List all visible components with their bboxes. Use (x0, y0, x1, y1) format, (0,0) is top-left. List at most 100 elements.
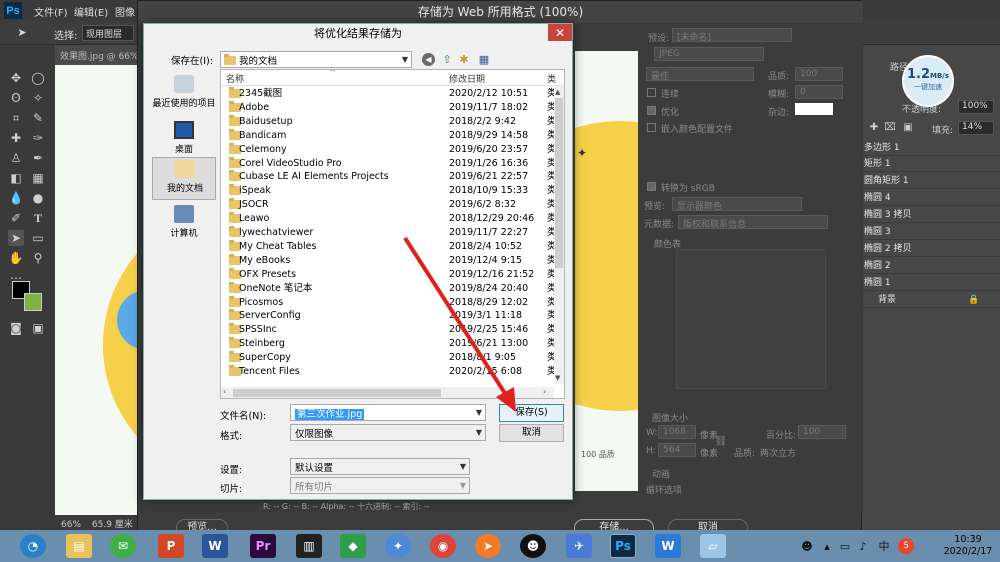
file-row[interactable]: Bandicam 2018/9/29 14:58 类 (221, 128, 557, 143)
column-name[interactable]: 名称 (226, 72, 244, 85)
view-menu-icon[interactable]: ▦ (475, 52, 493, 66)
video-editor-icon[interactable]: ▥ (296, 534, 322, 558)
input-method-label[interactable]: 中 (876, 538, 892, 554)
close-icon[interactable]: ✕ (548, 24, 572, 41)
file-row[interactable]: lywechatviewer 2019/11/7 22:27 类 (221, 226, 557, 240)
move-icon[interactable]: ✥ (8, 70, 24, 86)
menu-edit[interactable]: 编辑(E) (74, 4, 108, 19)
file-row[interactable]: Celemony 2019/6/20 23:57 类 (221, 142, 557, 157)
type-icon[interactable]: T (30, 210, 46, 226)
vertical-scrollbar[interactable]: ▲ ▼ (554, 86, 564, 384)
height-field[interactable]: 564 (658, 443, 696, 457)
optimized-checkbox[interactable] (647, 106, 656, 115)
layer-row[interactable]: 椭圆 4 (862, 190, 1000, 206)
place-computer[interactable]: 计算机 (152, 203, 216, 243)
quality-field[interactable]: 100 (795, 67, 843, 81)
dialog-save-button[interactable]: 保存(S) (499, 404, 564, 422)
layer-row[interactable]: 椭圆 2 (862, 258, 1000, 274)
horizontal-scrollbar[interactable]: ‹ › (221, 387, 554, 398)
place-documents[interactable]: 我的文档 (152, 157, 216, 200)
orange-app-icon[interactable]: ➤ (475, 534, 501, 558)
horizontal-scroll-thumb[interactable] (233, 389, 441, 397)
file-row[interactable]: ServerConfig 2019/3/1 11:18 类 (221, 309, 557, 323)
marquee-icon[interactable]: ◯ (30, 70, 46, 86)
lock-pixels-icon[interactable]: ✚ (868, 121, 880, 133)
sogou-icon[interactable]: ◆ (340, 534, 366, 558)
word-icon[interactable]: W (202, 534, 228, 558)
file-row[interactable]: Cubase LE AI Elements Projects 2019/6/21 … (221, 170, 557, 184)
layer-row[interactable]: 圆角矩形 1 (862, 173, 1000, 189)
file-row[interactable]: SPSSInc 2019/2/25 15:46 类 (221, 323, 557, 337)
width-field[interactable]: 1068 (658, 425, 696, 439)
slices-dropdown[interactable]: 所有切片 ▼ (290, 477, 470, 494)
stamp-icon[interactable]: ♙ (8, 150, 24, 166)
file-row[interactable]: My Cheat Tables 2018/2/4 10:52 类 (221, 239, 557, 254)
link-icon[interactable]: ⛓ (715, 431, 728, 451)
layer-row[interactable]: 椭圆 1 (862, 275, 1000, 291)
new-folder-icon[interactable]: ✱ (457, 52, 471, 66)
quality-mode-dropdown[interactable]: 最佳 (646, 67, 754, 81)
tray-qq-icon[interactable]: ☻ (800, 539, 814, 553)
lock-position-icon[interactable]: ⌧ (884, 121, 896, 133)
file-row[interactable]: Tencent Files 2020/2/15 6:08 类 (221, 365, 557, 379)
opacity-field[interactable]: 100% (958, 100, 994, 114)
file-row[interactable]: Corel VideoStudio Pro 2019/1/26 16:36 类 (221, 156, 557, 171)
file-row[interactable]: Adobe 2019/11/7 18:02 类 (221, 100, 557, 115)
column-type[interactable]: 类 (547, 72, 556, 85)
column-date[interactable]: 修改日期 (449, 72, 485, 85)
shape-icon[interactable]: ▭ (30, 230, 46, 246)
network-icon[interactable]: ▭ (838, 539, 852, 553)
layer-row[interactable]: 椭圆 3 (862, 224, 1000, 240)
format-dropdown[interactable]: JPEG (654, 47, 764, 61)
progressive-checkbox[interactable] (647, 88, 656, 97)
file-row[interactable]: SuperCopy 2018/8/1 9:05 类 (221, 351, 557, 365)
back-icon[interactable]: ◀ (422, 53, 435, 66)
metadata-dropdown[interactable]: 版权和联系信息 (678, 215, 828, 229)
file-row[interactable]: 2345截图 2020/2/12 10:51 类 (221, 87, 557, 101)
powerpoint-icon[interactable]: P (158, 534, 184, 558)
blur-icon[interactable]: 💧 (8, 190, 24, 206)
tray-arrow-icon[interactable]: ▴ (820, 539, 834, 553)
feishu-icon[interactable]: ✈ (566, 534, 592, 558)
file-row[interactable]: Picosmos 2018/8/29 12:02 类 (221, 295, 557, 310)
crop-icon[interactable]: ⌗ (8, 110, 24, 126)
embed-profile-checkbox[interactable] (647, 123, 656, 132)
file-row[interactable]: iSpeak 2018/10/9 15:33 类 (221, 184, 557, 198)
layer-row[interactable]: 矩形 1 (862, 156, 1000, 172)
fill-field[interactable]: 14% (958, 121, 994, 135)
screen-mode-icon[interactable]: ▣ (30, 320, 46, 336)
move-tool-icon[interactable]: ➤ (16, 25, 28, 39)
preset-dropdown[interactable]: [未命名] (672, 28, 792, 42)
layer-row[interactable]: 椭圆 2 拷贝 (862, 241, 1000, 257)
speed-badge[interactable]: 1.2MB/s 一键加速 (902, 55, 954, 107)
file-row[interactable]: My eBooks 2019/12/4 9:15 类 (221, 253, 557, 268)
start-browser-icon[interactable]: ◔ (20, 534, 46, 558)
menu-image[interactable]: 图像 (115, 4, 135, 19)
eraser-icon[interactable]: ◧ (8, 170, 24, 186)
wechat-icon[interactable]: ✉ (110, 534, 136, 558)
gradient-icon[interactable]: ▦ (30, 170, 46, 186)
zoom-icon[interactable]: ⚲ (30, 250, 46, 266)
percent-field[interactable]: 100 (798, 425, 846, 439)
volume-icon[interactable]: ♪ (856, 539, 870, 553)
wps-icon[interactable]: W (655, 534, 681, 558)
file-row[interactable]: Baidusetup 2018/2/2 9:42 类 (221, 114, 557, 129)
scroll-up-icon[interactable]: ▲ (555, 88, 560, 96)
chat-app-icon[interactable]: ✦ (385, 534, 411, 558)
qq-icon[interactable]: ☻ (520, 534, 546, 558)
layer-row[interactable]: 椭圆 3 拷贝 (862, 207, 1000, 223)
path-select-icon[interactable]: ➤ (8, 230, 24, 246)
file-row[interactable]: JSOCR 2019/6/2 8:32 类 (221, 198, 557, 212)
filename-input[interactable]: 第三次作业.jpg ▼ (290, 404, 486, 421)
place-recent[interactable]: 最近使用的项目 (152, 73, 216, 113)
chrome-icon[interactable]: ◉ (430, 534, 456, 558)
quick-mask-icon[interactable]: ◙ (8, 320, 24, 336)
blur-field[interactable]: 0 (795, 85, 843, 99)
menu-file[interactable]: 文件(F) (34, 4, 68, 19)
background-color-swatch[interactable] (24, 293, 42, 311)
healing-icon[interactable]: ✚ (8, 130, 24, 146)
scroll-down-icon[interactable]: ▼ (555, 374, 560, 382)
tablet-app-icon[interactable]: ▱ (700, 534, 726, 558)
pen-icon[interactable]: ✐ (8, 210, 24, 226)
sogou-tray-icon[interactable]: S (898, 538, 914, 554)
